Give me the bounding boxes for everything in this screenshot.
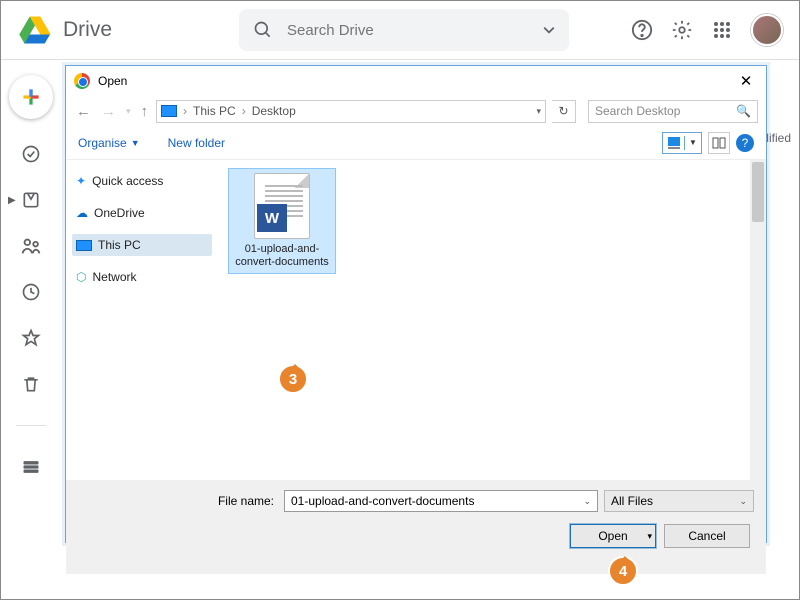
drive-icon	[17, 12, 53, 48]
refresh-button[interactable]: ↻	[552, 100, 576, 123]
callout-step-3: 3	[278, 364, 308, 394]
word-doc-icon: W	[254, 173, 310, 239]
folder-search-placeholder: Search Desktop	[595, 104, 680, 118]
file-filter-dropdown[interactable]: All Files⌄	[604, 490, 754, 512]
search-icon: 🔍	[736, 104, 751, 118]
search-input[interactable]	[285, 21, 531, 40]
storage-icon[interactable]	[20, 456, 42, 478]
filename-label: File name:	[78, 494, 278, 508]
apps-icon[interactable]	[711, 19, 733, 41]
scrollbar-thumb[interactable]	[752, 162, 764, 222]
organise-menu[interactable]: Organise▼	[78, 136, 140, 150]
chrome-icon	[74, 73, 90, 89]
history-dropdown[interactable]: ▾	[124, 106, 133, 117]
callout-step-4: 4	[608, 556, 638, 586]
help-icon[interactable]	[631, 19, 653, 41]
avatar[interactable]	[751, 14, 783, 46]
back-button[interactable]: ←	[74, 103, 93, 120]
preview-pane-button[interactable]	[708, 132, 730, 154]
tree-quick-access[interactable]: ✦Quick access	[72, 170, 212, 192]
tree-this-pc[interactable]: This PC	[72, 234, 212, 256]
toolbar-row: Organise▼ New folder ▼ ?	[66, 126, 766, 160]
network-icon: ⬡	[76, 270, 86, 284]
monitor-icon	[76, 240, 92, 251]
tree-onedrive[interactable]: ☁OneDrive	[72, 202, 212, 224]
tree-network[interactable]: ⬡Network	[72, 266, 212, 288]
gear-icon[interactable]	[671, 19, 693, 41]
view-mode-dropdown[interactable]: ▼	[662, 132, 702, 154]
dialog-title: Open	[98, 74, 127, 88]
shared-icon[interactable]	[20, 235, 42, 257]
breadcrumb-folder[interactable]: Desktop	[252, 104, 296, 118]
search-bar[interactable]	[239, 9, 569, 51]
thispc-icon	[161, 105, 177, 117]
new-folder-button[interactable]: New folder	[168, 136, 225, 150]
folder-tree: ✦Quick access ☁OneDrive This PC ⬡Network	[66, 160, 218, 480]
starred-icon[interactable]	[20, 327, 42, 349]
trash-icon[interactable]	[20, 373, 42, 395]
thumbnails-icon	[663, 136, 685, 150]
up-button[interactable]: ↑	[139, 103, 151, 120]
star-icon: ✦	[76, 174, 86, 188]
priority-icon[interactable]	[20, 143, 42, 165]
search-icon	[253, 20, 273, 40]
drive-header: Drive	[1, 1, 799, 59]
filename-input[interactable]: 01-upload-and-convert-documents⌄	[284, 490, 598, 512]
mydrive-icon[interactable]: ▶	[20, 189, 42, 211]
dialog-titlebar: Open ✕	[66, 66, 766, 96]
close-icon[interactable]: ✕	[734, 72, 758, 90]
open-dialog: Open ✕ ← → ▾ ↑ › This PC › Desktop ▾ ↻ S…	[65, 65, 767, 543]
file-label: 01-upload-and-convert-documents	[231, 243, 333, 269]
breadcrumb-root[interactable]: This PC	[193, 104, 236, 118]
cloud-icon: ☁	[76, 206, 88, 220]
file-item-selected[interactable]: W 01-upload-and-convert-documents	[228, 168, 336, 274]
folder-search[interactable]: Search Desktop 🔍	[588, 100, 758, 123]
drive-sidebar: ▶	[1, 61, 61, 478]
breadcrumb[interactable]: › This PC › Desktop ▾	[156, 100, 546, 123]
dropdown-icon[interactable]	[543, 24, 555, 36]
drive-app-name: Drive	[63, 18, 112, 42]
drive-logo[interactable]: Drive	[17, 12, 112, 48]
cancel-button[interactable]: Cancel	[664, 524, 750, 548]
help-button[interactable]: ?	[736, 134, 754, 152]
recent-icon[interactable]	[20, 281, 42, 303]
forward-button: →	[99, 103, 118, 120]
new-button[interactable]	[9, 75, 53, 119]
open-button[interactable]: Open▾	[570, 524, 656, 548]
dialog-footer: File name: 01-upload-and-convert-documen…	[66, 480, 766, 574]
scrollbar[interactable]	[750, 160, 766, 480]
nav-row: ← → ▾ ↑ › This PC › Desktop ▾ ↻ Search D…	[66, 96, 766, 126]
file-pane[interactable]: W 01-upload-and-convert-documents	[218, 160, 766, 480]
